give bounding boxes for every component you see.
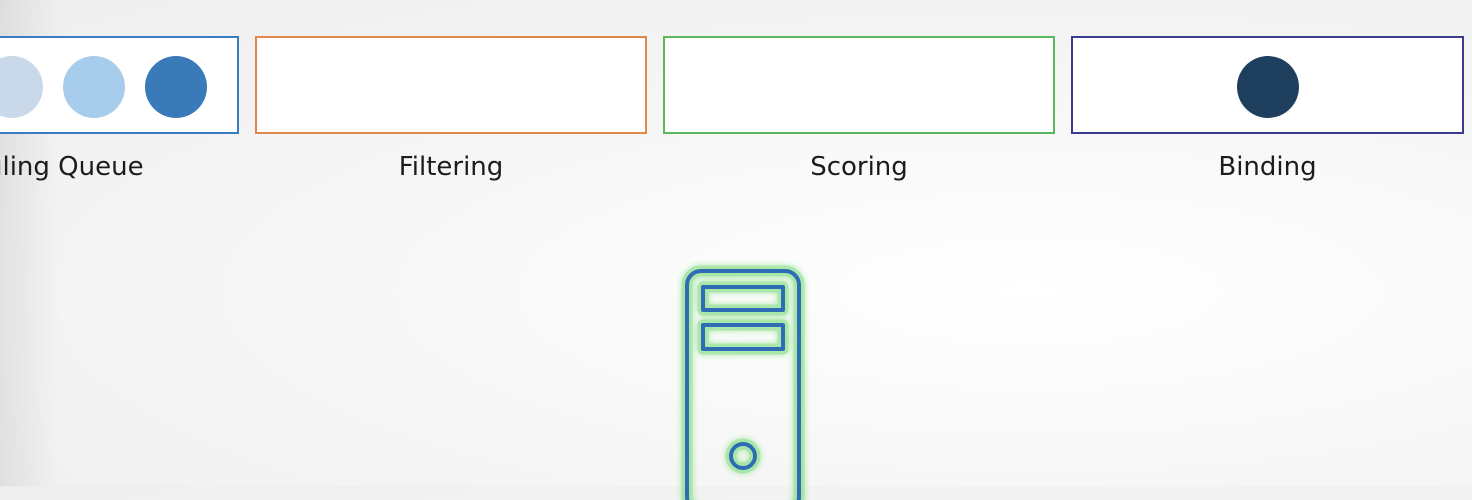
- queue-pod-2: [63, 56, 125, 118]
- queue-pod-3: [145, 56, 207, 118]
- binding-pod: [1237, 56, 1299, 118]
- scoring-box: [663, 36, 1055, 134]
- scheduling-queue-label: uling Queue: [0, 152, 144, 182]
- queue-pod-1: [0, 56, 43, 118]
- scoring-label: Scoring: [810, 152, 908, 182]
- binding-box: [1071, 36, 1464, 134]
- scheduling-queue-box: [0, 36, 239, 134]
- binding-label: Binding: [1218, 152, 1317, 182]
- filtering-box: [255, 36, 647, 134]
- server-icon: [681, 265, 805, 500]
- filtering-label: Filtering: [398, 152, 504, 182]
